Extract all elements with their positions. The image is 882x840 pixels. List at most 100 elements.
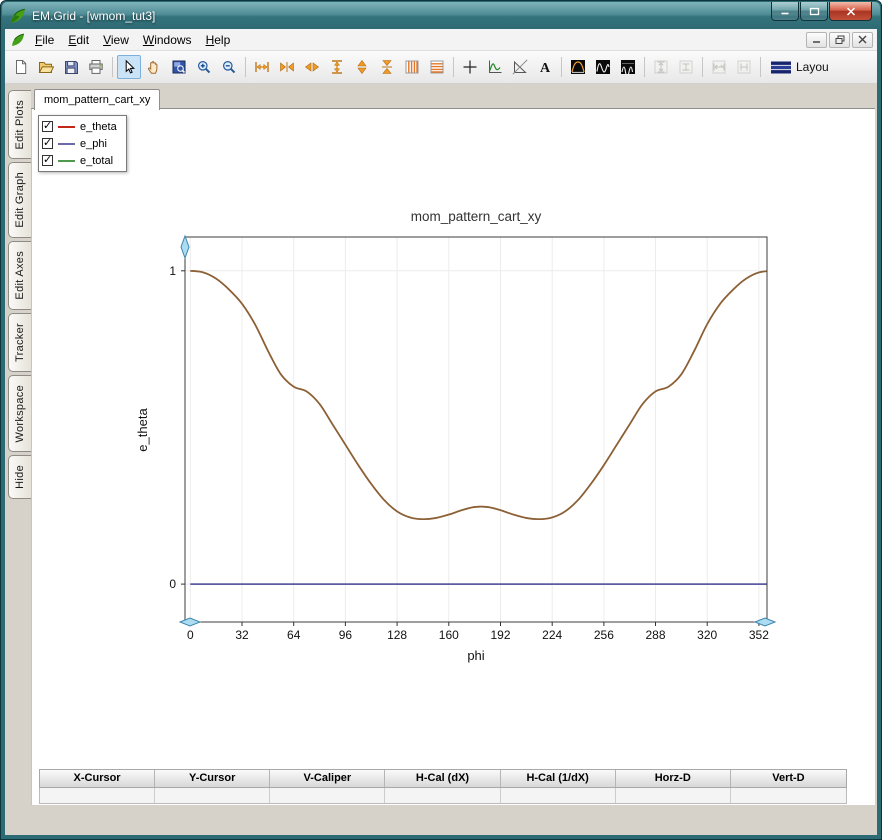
legend-checkbox-e_theta[interactable]: ✓ xyxy=(42,121,53,132)
child-window-controls xyxy=(806,32,874,48)
curve-plot-icon xyxy=(487,59,503,75)
legend-label: e_theta xyxy=(80,121,117,133)
pattern-plot-icon xyxy=(570,59,586,75)
text-label-icon: A xyxy=(537,59,553,75)
toolbar: A Layou xyxy=(5,51,877,84)
horizontal-gridlines-button[interactable] xyxy=(425,55,449,79)
cursor-table-row xyxy=(39,788,847,804)
select-cursor-icon xyxy=(121,59,137,75)
vertical-gridlines-button[interactable] xyxy=(400,55,424,79)
menubar: FileEditViewWindowsHelp xyxy=(5,29,877,51)
side-tab-edit-plots[interactable]: Edit Plots xyxy=(8,90,31,159)
side-tab-label: Tracker xyxy=(14,323,26,362)
titlebar[interactable]: EM.Grid - [wmom_tut3] xyxy=(2,2,880,29)
cursor-cell xyxy=(155,788,270,803)
document-area: mom_pattern_cart_xy ✓e_theta✓e_phi✓e_tot… xyxy=(31,84,875,805)
zoom-out-button[interactable] xyxy=(217,55,241,79)
open-folder-button[interactable] xyxy=(34,55,58,79)
chart-title: mom_pattern_cart_xy xyxy=(411,209,542,224)
v-caliper-icon xyxy=(678,59,694,75)
doc-tab-label: mom_pattern_cart_xy xyxy=(44,94,150,106)
chart-svg[interactable]: 032649612816019222425628832035201mom_pat… xyxy=(132,201,822,681)
slope-caliper-icon xyxy=(512,59,528,75)
x-arrows-in-button[interactable] xyxy=(275,55,299,79)
toolbar-separator xyxy=(760,57,761,77)
window-controls xyxy=(771,2,872,21)
text-label-button[interactable]: A xyxy=(533,55,557,79)
child-restore-button[interactable] xyxy=(829,32,850,48)
side-tab-workspace[interactable]: Workspace xyxy=(8,375,31,453)
open-folder-icon xyxy=(38,59,54,75)
cursor-table-header: X-CursorY-CursorV-CaliperH-Cal (dX)H-Cal… xyxy=(39,769,847,788)
menu-help[interactable]: Help xyxy=(199,30,238,50)
crosshair-button[interactable] xyxy=(458,55,482,79)
x-tick-label: 0 xyxy=(187,628,194,642)
y-fit-icon xyxy=(329,59,345,75)
child-minimize-button[interactable] xyxy=(806,32,827,48)
x-tick-label: 224 xyxy=(542,628,562,642)
zoom-window-button[interactable] xyxy=(167,55,191,79)
zoom-in-icon xyxy=(196,59,212,75)
print-button[interactable] xyxy=(84,55,108,79)
toolbar-separator xyxy=(112,57,113,77)
menu-edit[interactable]: Edit xyxy=(61,30,96,50)
doc-tab-mom-pattern-cart-xy[interactable]: mom_pattern_cart_xy xyxy=(34,89,160,110)
x-fit-icon xyxy=(254,59,270,75)
legend-line-sample xyxy=(58,143,75,145)
menu-file[interactable]: File xyxy=(28,30,61,50)
cursor-col-x-cursor: X-Cursor xyxy=(40,770,155,787)
side-tab-label: Hide xyxy=(14,465,26,489)
x-arrows-in-icon xyxy=(279,59,295,75)
app-body: Edit Plots Edit Graph Edit Axes Tracker Work… xyxy=(5,84,877,835)
maximize-button[interactable] xyxy=(800,2,828,21)
cursor-cell xyxy=(731,788,846,803)
side-tab-edit-graph[interactable]: Edit Graph xyxy=(8,162,31,238)
y-arrows-out-button[interactable] xyxy=(350,55,374,79)
v-range-icon xyxy=(653,59,669,75)
y-arrows-out-icon xyxy=(354,59,370,75)
slope-caliper-button[interactable] xyxy=(508,55,532,79)
legend-checkbox-e_phi[interactable]: ✓ xyxy=(42,138,53,149)
document-system-icon[interactable] xyxy=(11,33,25,47)
x-fit-button[interactable] xyxy=(250,55,274,79)
layout-icon xyxy=(770,60,792,75)
menu-windows[interactable]: Windows xyxy=(136,30,199,50)
side-tabs: Edit Plots Edit Graph Edit Axes Tracker Work… xyxy=(5,90,31,499)
child-close-button[interactable] xyxy=(852,32,873,48)
toolbar-separator xyxy=(245,57,246,77)
layout-button[interactable]: Layou xyxy=(765,55,834,79)
legend-checkbox-e_total[interactable]: ✓ xyxy=(42,155,53,166)
side-tab-label: Edit Plots xyxy=(14,100,26,149)
h-range-icon xyxy=(711,59,727,75)
cursor-cell xyxy=(385,788,500,803)
side-tab-hide[interactable]: Hide xyxy=(8,455,31,499)
new-document-icon xyxy=(13,59,29,75)
menu-view[interactable]: View xyxy=(96,30,136,50)
select-cursor-button[interactable] xyxy=(117,55,141,79)
h-range-button xyxy=(707,55,731,79)
side-tab-edit-axes[interactable]: Edit Axes xyxy=(8,241,31,310)
legend-label: e_total xyxy=(80,155,113,167)
curve-plot-button[interactable] xyxy=(483,55,507,79)
waveform-dark-button[interactable] xyxy=(591,55,615,79)
x-tick-label: 96 xyxy=(339,628,353,642)
pattern-plot-button[interactable] xyxy=(566,55,590,79)
x-tick-label: 192 xyxy=(490,628,510,642)
close-button[interactable] xyxy=(829,2,872,21)
y-fit-button[interactable] xyxy=(325,55,349,79)
app-icon xyxy=(10,8,26,24)
x-arrows-out-button[interactable] xyxy=(300,55,324,79)
plot-area[interactable] xyxy=(185,237,767,622)
cursor-col-h-cal-1-dx-: H-Cal (1/dX) xyxy=(501,770,616,787)
y-arrows-in-button[interactable] xyxy=(375,55,399,79)
new-document-button[interactable] xyxy=(9,55,33,79)
minimize-button[interactable] xyxy=(771,2,799,21)
document-tabbar: mom_pattern_cart_xy xyxy=(31,87,875,109)
pan-hand-button[interactable] xyxy=(142,55,166,79)
cursor-col-horz-d: Horz-D xyxy=(616,770,731,787)
save-button[interactable] xyxy=(59,55,83,79)
waveform-dark2-button[interactable] xyxy=(616,55,640,79)
legend-item-e_total: ✓ e_total xyxy=(42,152,117,169)
zoom-in-button[interactable] xyxy=(192,55,216,79)
side-tab-tracker[interactable]: Tracker xyxy=(8,313,31,372)
